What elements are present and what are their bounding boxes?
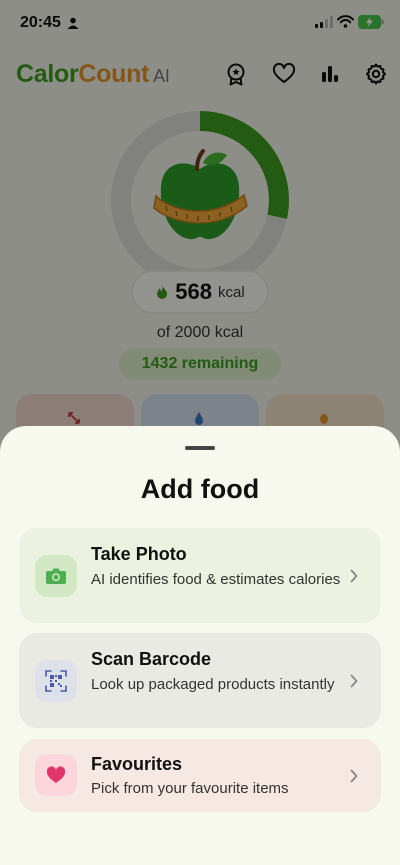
barcode-scan-icon xyxy=(45,670,67,692)
option-title: Scan Barcode xyxy=(91,649,212,669)
sheet-drag-handle[interactable] xyxy=(185,446,215,450)
chevron-right-icon xyxy=(350,569,358,583)
option-title: Favourites xyxy=(91,754,183,774)
heart-icon xyxy=(46,766,66,783)
camera-icon xyxy=(46,568,66,584)
option-description: Pick from your favourite items xyxy=(91,780,289,797)
barcode-icon-container xyxy=(35,660,77,702)
add-food-sheet: Add food Take Photo AI identifies food &… xyxy=(0,426,400,865)
favourites-option[interactable]: Favourites Pick from your favourite item… xyxy=(19,739,381,812)
scan-barcode-option[interactable]: Scan Barcode Look up packaged products i… xyxy=(19,633,381,728)
chevron-right-icon xyxy=(350,674,358,688)
heart-icon-container xyxy=(35,754,77,796)
camera-icon-container xyxy=(35,555,77,597)
option-description: Look up packaged products instantly xyxy=(91,676,335,693)
take-photo-option[interactable]: Take Photo AI identifies food & estimate… xyxy=(19,528,381,623)
sheet-title: Add food xyxy=(140,474,260,504)
option-description: AI identifies food & estimates calories xyxy=(91,571,341,588)
chevron-right-icon xyxy=(350,769,358,783)
option-title: Take Photo xyxy=(91,544,187,564)
